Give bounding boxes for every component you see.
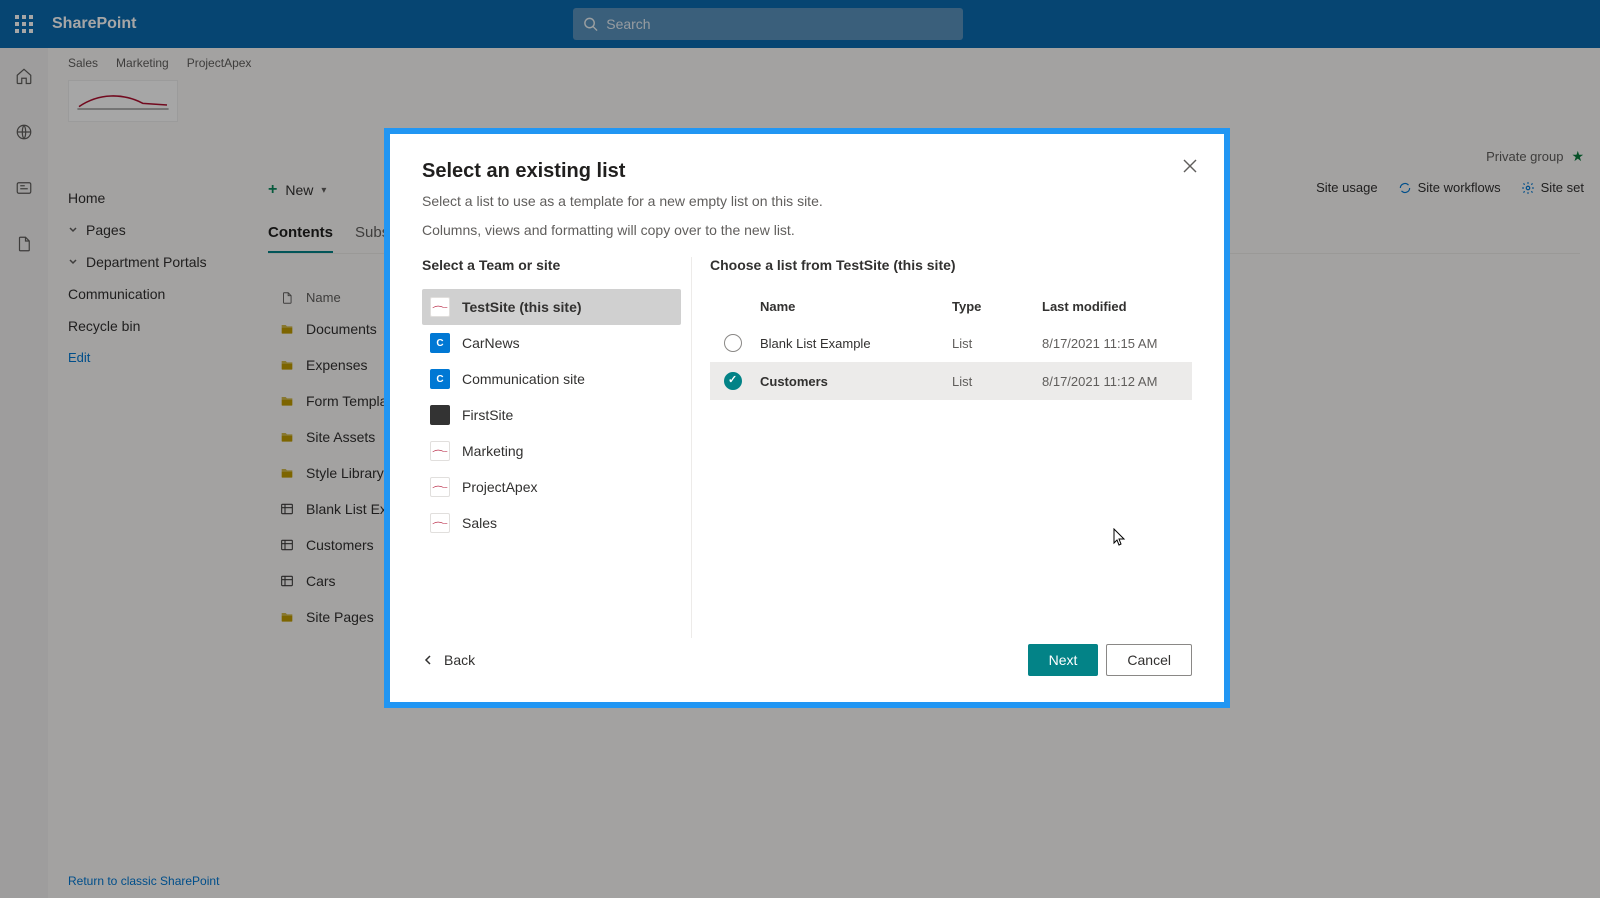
- site-thumb: [430, 513, 450, 533]
- cancel-button[interactable]: Cancel: [1106, 644, 1192, 676]
- site-thumb: [430, 477, 450, 497]
- picker-row[interactable]: Blank List ExampleList8/17/2021 11:15 AM: [710, 324, 1192, 362]
- site-thumb: [430, 405, 450, 425]
- site-thumb: C: [430, 333, 450, 353]
- picker-header-modified: Last modified: [1042, 299, 1192, 314]
- site-thumb: C: [430, 369, 450, 389]
- site-item-label: CarNews: [462, 335, 520, 351]
- dialog-title: Select an existing list: [422, 160, 1192, 183]
- radio-icon[interactable]: [724, 372, 742, 390]
- site-item[interactable]: Sales: [422, 505, 681, 541]
- next-button[interactable]: Next: [1028, 644, 1099, 676]
- picker-type: List: [952, 336, 1042, 351]
- picker-modified: 8/17/2021 11:12 AM: [1042, 374, 1192, 389]
- back-label: Back: [444, 652, 475, 668]
- picker-row[interactable]: CustomersList8/17/2021 11:12 AM: [710, 362, 1192, 400]
- chevron-left-icon: [422, 654, 434, 666]
- picker-type: List: [952, 374, 1042, 389]
- dialog-subtitle-2: Columns, views and formatting will copy …: [422, 220, 1192, 241]
- close-button[interactable]: [1176, 152, 1204, 180]
- site-item-label: ProjectApex: [462, 479, 537, 495]
- site-item[interactable]: TestSite (this site): [422, 289, 681, 325]
- site-item[interactable]: C Communication site: [422, 361, 681, 397]
- radio-icon[interactable]: [724, 334, 742, 352]
- site-item[interactable]: Marketing: [422, 433, 681, 469]
- picker-header-type: Type: [952, 299, 1042, 314]
- picker-name: Customers: [760, 374, 952, 389]
- dialog-subtitle-1: Select a list to use as a template for a…: [422, 191, 1192, 212]
- site-thumb: [430, 297, 450, 317]
- site-item-label: FirstSite: [462, 407, 513, 423]
- back-button[interactable]: Back: [422, 652, 475, 668]
- left-section-heading: Select a Team or site: [422, 257, 681, 273]
- picker-name: Blank List Example: [760, 336, 952, 351]
- right-section-heading: Choose a list from TestSite (this site): [710, 257, 1192, 273]
- site-item[interactable]: ProjectApex: [422, 469, 681, 505]
- site-item-label: Communication site: [462, 371, 585, 387]
- site-item[interactable]: C CarNews: [422, 325, 681, 361]
- site-item[interactable]: FirstSite: [422, 397, 681, 433]
- close-icon: [1183, 159, 1197, 173]
- site-item-label: Marketing: [462, 443, 523, 459]
- select-list-dialog: Select an existing list Select a list to…: [384, 128, 1230, 708]
- picker-modified: 8/17/2021 11:15 AM: [1042, 336, 1192, 351]
- site-item-label: Sales: [462, 515, 497, 531]
- site-thumb: [430, 441, 450, 461]
- site-item-label: TestSite (this site): [462, 299, 582, 315]
- picker-header-name: Name: [760, 299, 952, 314]
